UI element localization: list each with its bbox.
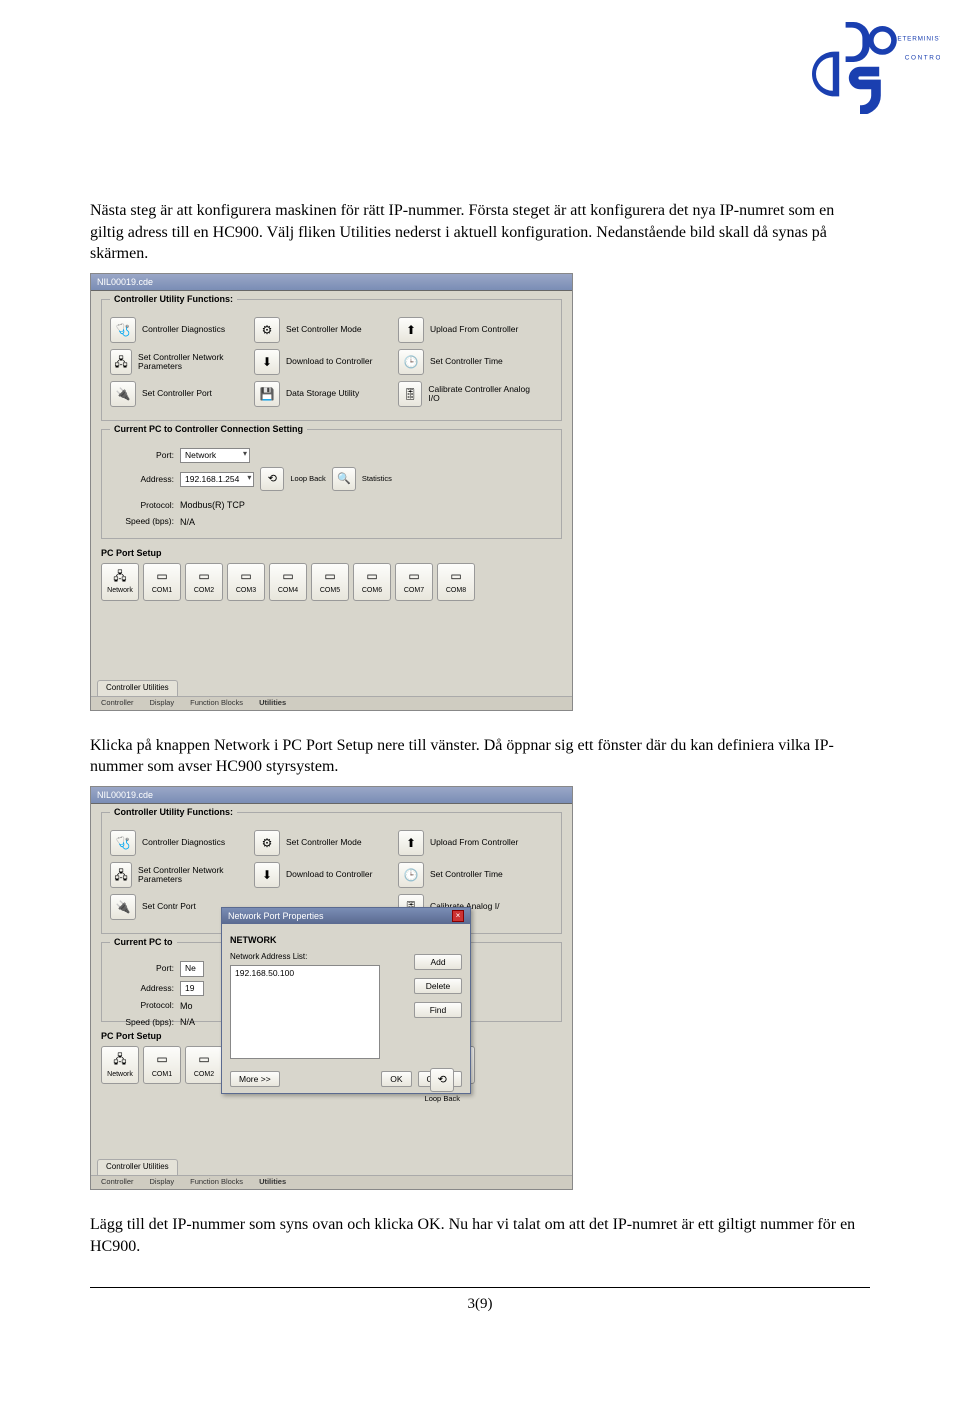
port-com3-button[interactable]: ▭COM3 xyxy=(227,563,265,601)
pc-port-setup-buttons: 🖧Network ▭COM1 ▭COM2 ▭COM3 ▭COM4 ▭COM5 ▭… xyxy=(101,563,562,601)
port-network-button[interactable]: 🖧Network xyxy=(101,1046,139,1084)
delete-button[interactable]: Delete xyxy=(414,978,462,994)
bottom-tab-utilities[interactable]: Utilities xyxy=(255,698,290,708)
paragraph-3: Lägg till det IP-nummer som syns ovan oc… xyxy=(90,1214,870,1257)
download-to-controller-icon[interactable]: ⬇ xyxy=(254,862,280,888)
controller-diagnostics-icon[interactable]: 🩺 xyxy=(110,317,136,343)
set-controller-time-label: Set Controller Time xyxy=(430,357,503,366)
screenshot-utilities: NIL00019.cde Controller Utility Function… xyxy=(90,273,573,711)
brand-tag2: CONTROL xyxy=(905,55,940,62)
utility-functions-group: Controller Utility Functions: 🩺Controlle… xyxy=(101,299,562,421)
dialog-loopback-icon[interactable]: ⟲ xyxy=(430,1068,454,1092)
statistics-label: Statistics xyxy=(362,474,392,484)
upload-from-controller-icon[interactable]: ⬆ xyxy=(398,317,424,343)
paragraph-2: Klicka på knappen Network i PC Port Setu… xyxy=(90,735,870,778)
controller-diagnostics-icon[interactable]: 🩺 xyxy=(110,830,136,856)
set-controller-port-icon-trunc[interactable]: 🔌 xyxy=(110,894,136,920)
port-com6-button[interactable]: ▭COM6 xyxy=(353,563,391,601)
bottom-tab-strip-2: Controller Display Function Blocks Utili… xyxy=(91,1175,572,1189)
group-legend: Current PC to Controller Connection Sett… xyxy=(110,423,307,435)
port-com5-button[interactable]: ▭COM5 xyxy=(311,563,349,601)
find-button[interactable]: Find xyxy=(414,1002,462,1018)
group-legend: Controller Utility Functions: xyxy=(110,293,237,305)
set-controller-mode-icon[interactable]: ⚙ xyxy=(254,317,280,343)
worksheet-tabs-2: Controller Utilities xyxy=(91,1159,572,1175)
dialog-title: Network Port Properties xyxy=(228,910,324,922)
more-button[interactable]: More >> xyxy=(230,1071,280,1087)
bottom-tab-display[interactable]: Display xyxy=(146,698,179,708)
port-select[interactable]: Network xyxy=(180,448,250,463)
brand-tag1: DETERMINISTIC xyxy=(892,35,940,42)
bottom-tab-function-blocks[interactable]: Function Blocks xyxy=(186,1177,247,1187)
ok-button[interactable]: OK xyxy=(381,1071,411,1087)
address-select[interactable]: 192.168.1.254 xyxy=(180,472,254,487)
controller-diagnostics-label: Controller Diagnostics xyxy=(142,325,225,334)
calibrate-controller-label: Calibrate Controller Analog I/O xyxy=(428,385,536,404)
data-storage-utility-label: Data Storage Utility xyxy=(286,389,359,398)
window-title: NIL00019.cde xyxy=(91,274,572,291)
upload-from-controller-icon[interactable]: ⬆ xyxy=(398,830,424,856)
close-icon[interactable]: × xyxy=(452,910,464,922)
bottom-tab-function-blocks[interactable]: Function Blocks xyxy=(186,698,247,708)
loopback-icon[interactable]: ⟲ xyxy=(260,467,284,491)
protocol-label: Protocol: xyxy=(110,500,174,511)
dialog-loopback-label: Loop Back xyxy=(425,1094,460,1104)
port-network-button[interactable]: 🖧Network xyxy=(101,563,139,601)
set-controller-port-icon[interactable]: 🔌 xyxy=(110,381,136,407)
port-com8-button[interactable]: ▭COM8 xyxy=(437,563,475,601)
speed-label: Speed (bps): xyxy=(110,516,174,527)
port-com7-button[interactable]: ▭COM7 xyxy=(395,563,433,601)
set-controller-time-icon[interactable]: 🕒 xyxy=(398,862,424,888)
port-com1-button[interactable]: ▭COM1 xyxy=(143,1046,181,1084)
download-to-controller-icon[interactable]: ⬇ xyxy=(254,349,280,375)
addr-trunc[interactable]: 19 xyxy=(180,981,204,996)
protocol-value: Modbus(R) TCP xyxy=(180,499,245,511)
list-item[interactable]: 192.168.50.100 xyxy=(233,968,377,979)
set-controller-port-label: Set Controller Port xyxy=(142,389,212,398)
set-controller-mode-label: Set Controller Mode xyxy=(286,325,362,334)
window-title-2: NIL00019.cde xyxy=(91,787,572,804)
bottom-tab-utilities[interactable]: Utilities xyxy=(255,1177,290,1187)
bottom-tab-display[interactable]: Display xyxy=(146,1177,179,1187)
tab-controller-utilities[interactable]: Controller Utilities xyxy=(97,680,178,696)
port-label: Port: xyxy=(110,450,174,461)
tab-controller-utilities[interactable]: Controller Utilities xyxy=(97,1159,178,1175)
upload-from-controller-label: Upload From Controller xyxy=(430,325,518,334)
screenshot-network-dialog: NIL00019.cde Controller Utility Function… xyxy=(90,786,573,1190)
download-to-controller-label: Download to Controller xyxy=(286,357,372,366)
brand-logo: DETERMINISTIC CONTROL xyxy=(780,18,940,121)
port-com2-button[interactable]: ▭COM2 xyxy=(185,563,223,601)
port-trunc[interactable]: Ne xyxy=(180,961,204,976)
set-controller-mode-icon[interactable]: ⚙ xyxy=(254,830,280,856)
loopback-label: Loop Back xyxy=(290,474,325,484)
address-label: Address: xyxy=(110,474,174,485)
bottom-tab-controller[interactable]: Controller xyxy=(97,698,138,708)
bottom-tab-controller[interactable]: Controller xyxy=(97,1177,138,1187)
connection-setting-group: Current PC to Controller Connection Sett… xyxy=(101,429,562,539)
paragraph-1: Nästa steg är att konfigurera maskinen f… xyxy=(90,200,870,265)
group-legend: Current PC to xyxy=(110,936,177,948)
network-address-list[interactable]: 192.168.50.100 xyxy=(230,965,380,1059)
set-controller-network-icon[interactable]: 🖧 xyxy=(110,862,132,888)
bottom-tab-strip: Controller Display Function Blocks Utili… xyxy=(91,696,572,710)
pc-port-setup-title: PC Port Setup xyxy=(101,547,572,559)
set-controller-network-icon[interactable]: 🖧 xyxy=(110,349,132,375)
calibrate-controller-icon[interactable]: 🎚 xyxy=(398,381,422,407)
set-controller-network-label: Set Controller Network Parameters xyxy=(138,353,248,372)
page-number: 3(9) xyxy=(90,1294,870,1314)
group-legend: Controller Utility Functions: xyxy=(110,806,237,818)
footer-rule xyxy=(90,1287,870,1288)
network-port-properties-dialog: Network Port Properties × NETWORK Networ… xyxy=(221,907,471,1094)
add-button[interactable]: Add xyxy=(414,954,462,970)
data-storage-utility-icon[interactable]: 💾 xyxy=(254,381,280,407)
dialog-network-label: NETWORK xyxy=(230,934,462,946)
port-com4-button[interactable]: ▭COM4 xyxy=(269,563,307,601)
set-controller-time-icon[interactable]: 🕒 xyxy=(398,349,424,375)
statistics-icon[interactable]: 🔍 xyxy=(332,467,356,491)
speed-value: N/A xyxy=(180,516,195,528)
port-com2-button[interactable]: ▭COM2 xyxy=(185,1046,223,1084)
worksheet-tabs: Controller Utilities xyxy=(91,680,572,696)
port-com1-button[interactable]: ▭COM1 xyxy=(143,563,181,601)
